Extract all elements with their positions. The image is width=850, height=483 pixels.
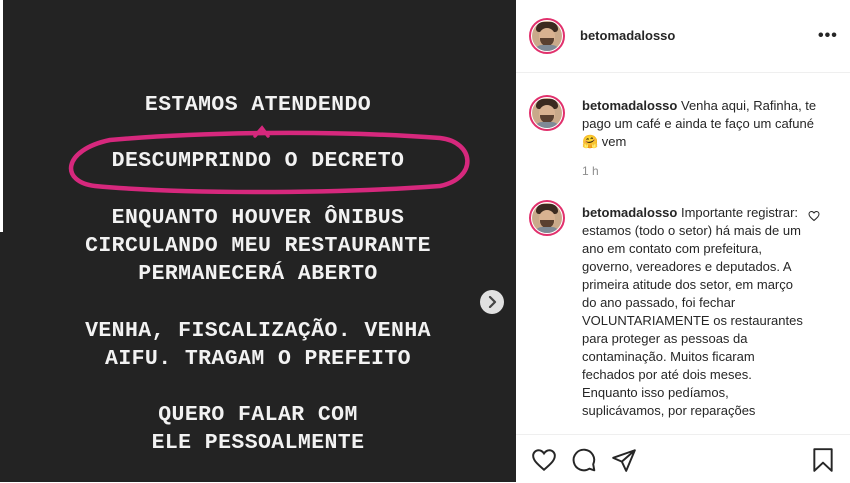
more-options-button[interactable]: ••• [818,28,838,44]
post-sidebar: betomadalosso ••• betomadalosso Venha aq… [516,0,850,482]
story-line: ESTAMOS ATENDENDO [144,93,372,117]
avatar[interactable] [529,18,565,54]
story-line: AIFU. TRAGAM O PREFEITO [105,347,411,371]
comment-username[interactable]: betomadalosso [582,205,677,220]
post-header: betomadalosso ••• [516,0,850,73]
story-line: ELE PESSOALMENTE [151,431,365,455]
story-line-highlighted: DESCUMPRINDO O DECRETO [111,149,405,173]
comment: betomadalosso Venha aqui, Rafinha, te pa… [582,97,822,151]
comment-timestamp[interactable]: 1 h [582,164,599,178]
heart-icon[interactable] [808,210,820,222]
comment: betomadalosso Importante registrar: esta… [582,204,804,420]
next-slide-button[interactable] [480,290,504,314]
avatar[interactable] [529,95,565,131]
chevron-right-icon [488,296,497,308]
comment-icon[interactable] [571,447,597,473]
story-line: VENHA, FISCALIZAÇÃO. VENHA [85,319,431,343]
heart-icon[interactable] [531,447,557,473]
comment-username[interactable]: betomadalosso [582,98,677,113]
share-icon[interactable] [611,447,637,473]
comments-list[interactable]: betomadalosso Venha aqui, Rafinha, te pa… [516,73,850,433]
story-line: CIRCULANDO MEU RESTAURANTE [85,234,431,258]
comment-body: Importante registrar: estamos (todo o se… [582,205,803,418]
header-username[interactable]: betomadalosso [580,28,675,43]
bookmark-icon[interactable] [810,447,836,473]
action-bar [516,434,850,483]
post-image: ESTAMOS ATENDENDO DESCUMPRINDO O DECRETO… [0,0,516,482]
story-line: ENQUANTO HOUVER ÔNIBUS [111,206,405,230]
avatar[interactable] [529,200,565,236]
story-line: QUERO FALAR COM [158,403,358,427]
story-line: PERMANECERÁ ABERTO [138,262,378,286]
